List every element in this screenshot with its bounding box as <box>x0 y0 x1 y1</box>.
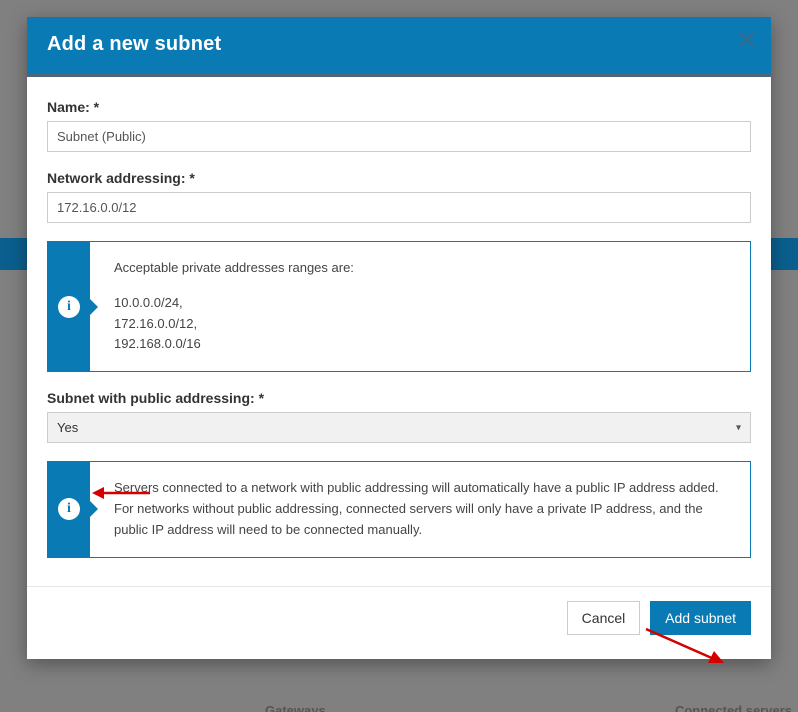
modal-title: Add a new subnet <box>47 33 751 56</box>
public-addressing-label: Subnet with public addressing: * <box>47 390 751 406</box>
callout1-intro: Acceptable private addresses ranges are: <box>114 258 354 279</box>
close-icon[interactable]: ✕ <box>737 29 757 53</box>
bg-label-connected-servers: Connected servers <box>675 703 792 712</box>
name-label: Name: * <box>47 99 751 115</box>
bg-label-gateways: Gateways <box>265 703 326 712</box>
callout2-text: Servers connected to a network with publ… <box>90 462 750 556</box>
network-addressing-label: Network addressing: * <box>47 170 751 186</box>
modal-header: Add a new subnet ✕ <box>27 17 771 74</box>
address-ranges-callout: i Acceptable private addresses ranges ar… <box>47 241 751 372</box>
public-addressing-select[interactable]: Yes <box>47 412 751 443</box>
info-icon: i <box>48 462 90 556</box>
modal-footer: Cancel Add subnet <box>27 586 771 659</box>
public-addressing-callout: i Servers connected to a network with pu… <box>47 461 751 557</box>
add-subnet-button[interactable]: Add subnet <box>650 601 751 635</box>
callout1-range-3: 192.168.0.0/16 <box>114 334 354 355</box>
callout1-range-2: 172.16.0.0/12, <box>114 314 354 335</box>
add-subnet-modal: Add a new subnet ✕ Name: * Network addre… <box>27 17 771 659</box>
callout1-range-1: 10.0.0.0/24, <box>114 293 354 314</box>
cancel-button[interactable]: Cancel <box>567 601 641 635</box>
network-addressing-input[interactable] <box>47 192 751 223</box>
info-icon: i <box>48 242 90 371</box>
name-input[interactable] <box>47 121 751 152</box>
